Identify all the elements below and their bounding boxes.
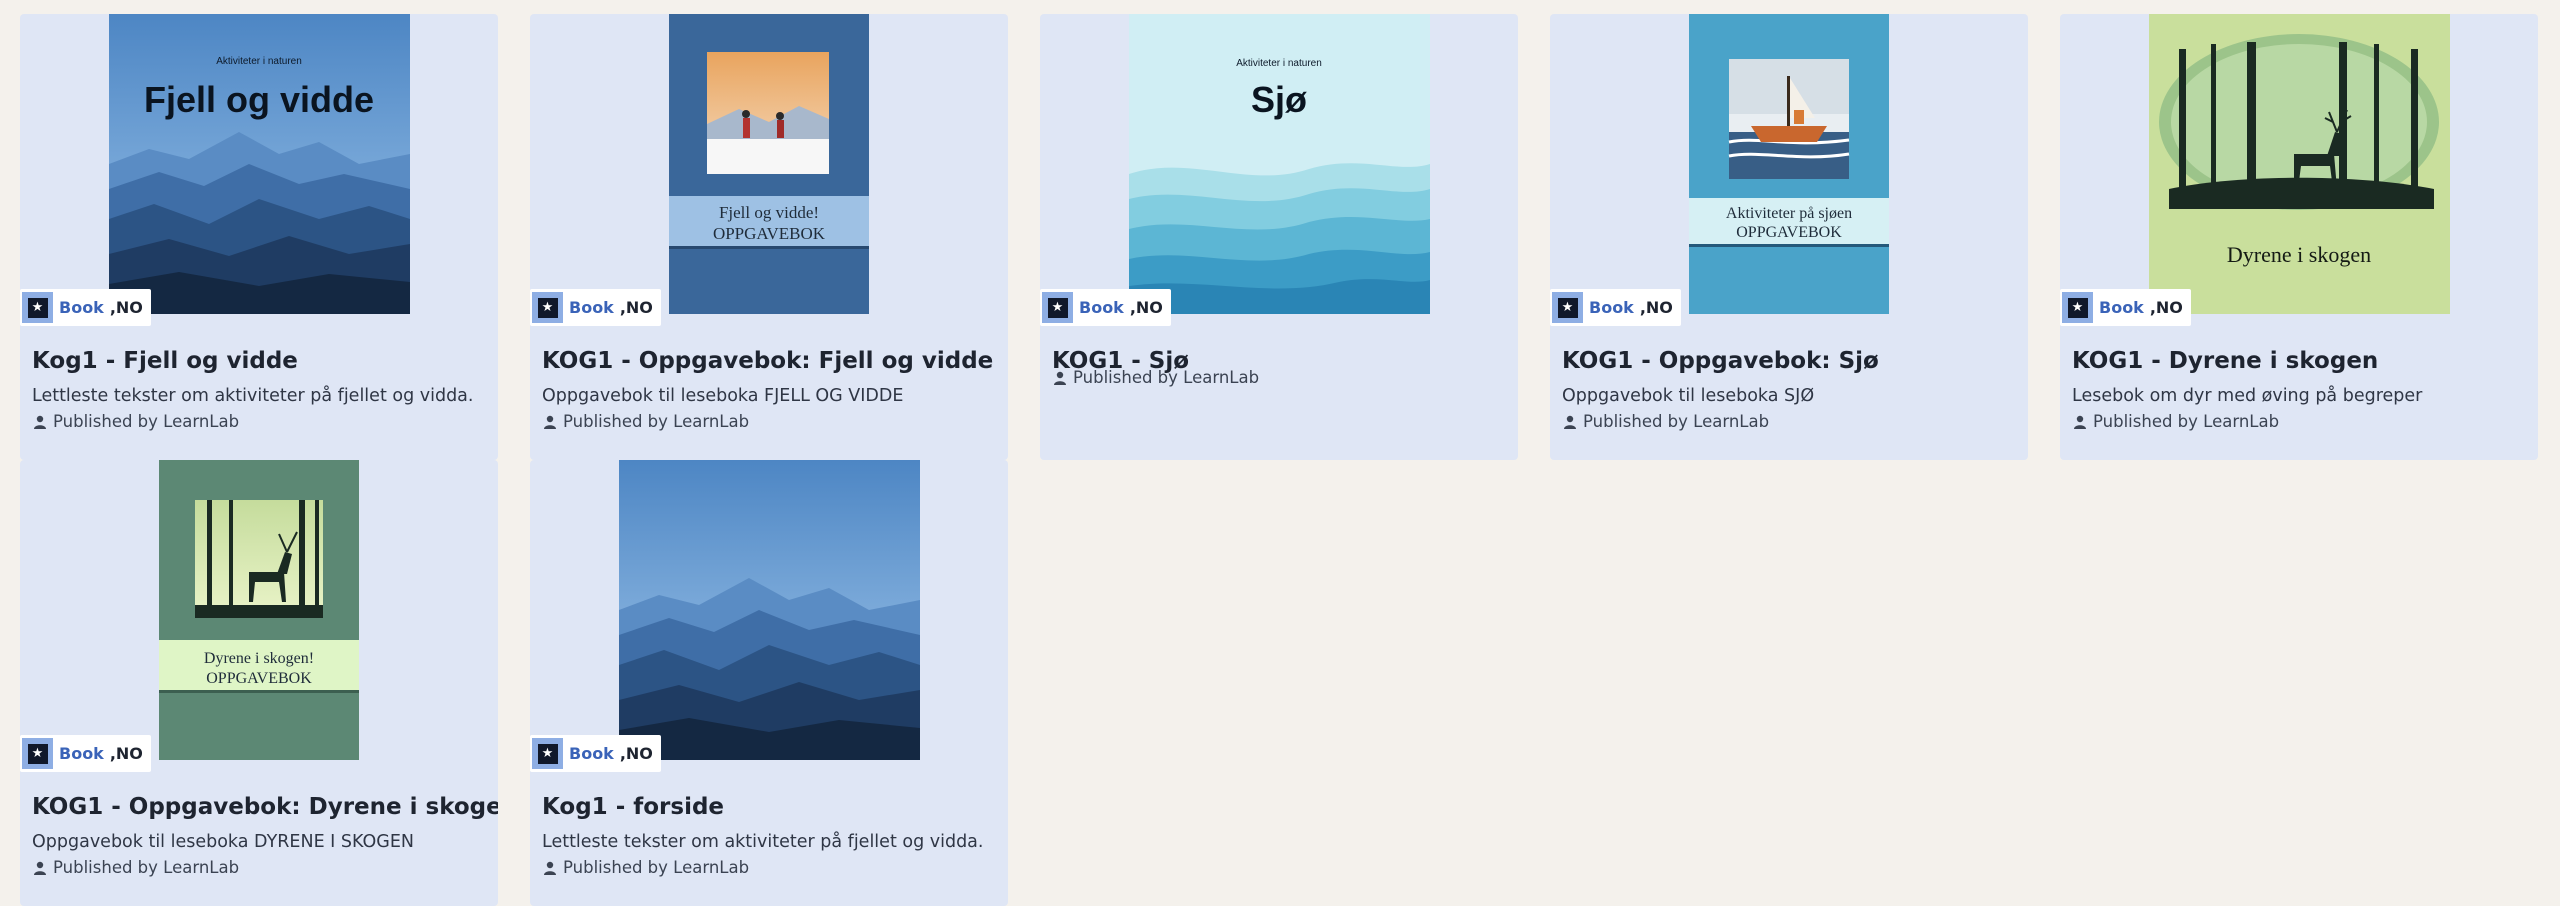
- book-card[interactable]: Aktiviteter på sjøen OPPGAVEBOK ★ Book ,…: [1550, 14, 2028, 460]
- cover-kicker: Aktiviteter i naturen: [1236, 58, 1322, 69]
- book-publisher: Published by LearnLab: [1562, 412, 1769, 431]
- book-title[interactable]: KOG1 - Oppgavebok: Fjell og vidde: [542, 348, 993, 374]
- book-description: Lettleste tekster om aktiviteter på fjel…: [542, 832, 984, 852]
- book-card[interactable]: ★ Book ,NO Kog1 - forside Lettleste teks…: [530, 460, 1008, 906]
- book-type-badge: ★ Book ,NO: [2060, 289, 2191, 326]
- book-type-label: Book: [1079, 298, 1124, 317]
- forest-workbook-cover-image: Dyrene i skogen! OPPGAVEBOK: [159, 460, 359, 760]
- book-cover: ★ Book ,NO: [530, 460, 1008, 772]
- book-description: Oppgavebok til leseboka DYRENE I SKOGEN: [32, 832, 415, 852]
- person-icon: [1564, 415, 1576, 429]
- book-description: Oppgavebok til leseboka SJØ: [1562, 386, 1815, 406]
- book-cover: Aktiviteter i naturen Fjell og vidde ★ B…: [20, 14, 498, 326]
- cover-line1: Fjell og vidde!: [719, 203, 819, 222]
- mountain-cover-image: [619, 460, 920, 760]
- book-card[interactable]: Dyrene i skogen! OPPGAVEBOK ★ Book ,NO K…: [20, 460, 498, 906]
- book-star-icon: ★: [1552, 292, 1583, 323]
- book-type-label: Book: [2099, 298, 2144, 317]
- book-card[interactable]: Aktiviteter i naturen Fjell og vidde ★ B…: [20, 14, 498, 460]
- cover-line2: OPPGAVEBOK: [1736, 224, 1842, 241]
- book-type-label: Book: [1589, 298, 1634, 317]
- book-publisher: Published by LearnLab: [1052, 368, 1259, 387]
- book-type-badge: ★ Book ,NO: [20, 289, 151, 326]
- book-language-label: ,NO: [619, 744, 653, 763]
- publisher-label: Published by LearnLab: [563, 858, 750, 877]
- book-card[interactable]: Dyrene i skogen ★ Book ,NO KOG1 - Dyrene…: [2060, 14, 2538, 460]
- book-description: Lesebok om dyr med øving på begreper: [2072, 386, 2423, 406]
- publisher-label: Published by LearnLab: [53, 858, 240, 877]
- book-card[interactable]: Aktiviteter i naturen Sjø ★ Book ,NO KOG…: [1040, 14, 1518, 460]
- person-icon: [1054, 371, 1066, 385]
- book-publisher: Published by LearnLab: [2072, 412, 2279, 431]
- publisher-label: Published by LearnLab: [2093, 412, 2280, 431]
- cover-kicker: Aktiviteter i naturen: [216, 56, 302, 67]
- person-icon: [2074, 415, 2086, 429]
- book-type-badge: ★ Book ,NO: [20, 735, 151, 772]
- book-description: Lettleste tekster om aktiviteter på fjel…: [32, 386, 474, 406]
- book-cover: Aktiviteter på sjøen OPPGAVEBOK ★ Book ,…: [1550, 14, 2028, 326]
- cover-heading: Sjø: [1251, 79, 1307, 120]
- book-publisher: Published by LearnLab: [32, 412, 239, 431]
- book-type-badge: ★ Book ,NO: [530, 735, 661, 772]
- book-cover: Fjell og vidde! OPPGAVEBOK ★ Book ,NO: [530, 14, 1008, 326]
- book-publisher: Published by LearnLab: [542, 412, 749, 431]
- forest-deer-cover-image: Dyrene i skogen: [2149, 14, 2450, 314]
- book-language-label: ,NO: [109, 744, 143, 763]
- person-icon: [544, 861, 556, 875]
- book-grid: Aktiviteter i naturen Fjell og vidde ★ B…: [0, 0, 2560, 906]
- book-publisher: Published by LearnLab: [32, 858, 239, 877]
- book-type-label: Book: [569, 744, 614, 763]
- publisher-label: Published by LearnLab: [53, 412, 240, 431]
- book-title[interactable]: Kog1 - Fjell og vidde: [32, 348, 298, 374]
- book-cover: Dyrene i skogen! OPPGAVEBOK ★ Book ,NO: [20, 460, 498, 772]
- boat-cover-image: Aktiviteter på sjøen OPPGAVEBOK: [1689, 14, 1889, 314]
- book-star-icon: ★: [22, 292, 53, 323]
- book-star-icon: ★: [532, 738, 563, 769]
- person-icon: [34, 415, 46, 429]
- publisher-label: Published by LearnLab: [563, 412, 750, 431]
- book-type-label: Book: [59, 298, 104, 317]
- book-cover: Aktiviteter i naturen Sjø ★ Book ,NO: [1040, 14, 1518, 326]
- book-language-label: ,NO: [1129, 298, 1163, 317]
- cover-line2: OPPGAVEBOK: [206, 670, 312, 687]
- book-language-label: ,NO: [1639, 298, 1673, 317]
- person-icon: [34, 861, 46, 875]
- book-type-badge: ★ Book ,NO: [1040, 289, 1171, 326]
- book-star-icon: ★: [22, 738, 53, 769]
- book-type-label: Book: [59, 744, 104, 763]
- book-title[interactable]: Kog1 - forside: [542, 794, 724, 820]
- book-title[interactable]: KOG1 - Dyrene i skogen: [2072, 348, 2378, 374]
- cover-heading: Fjell og vidde: [144, 79, 374, 120]
- book-star-icon: ★: [532, 292, 563, 323]
- book-type-badge: ★ Book ,NO: [1550, 289, 1681, 326]
- skiing-cover-image: Fjell og vidde! OPPGAVEBOK: [669, 14, 869, 314]
- book-language-label: ,NO: [619, 298, 653, 317]
- cover-line2: OPPGAVEBOK: [713, 224, 826, 243]
- book-title[interactable]: KOG1 - Oppgavebok: Dyrene i skogen: [32, 794, 498, 820]
- mountain-cover-image: Aktiviteter i naturen Fjell og vidde: [109, 14, 410, 314]
- cover-line1: Aktiviteter på sjøen: [1726, 205, 1852, 222]
- cover-heading: Dyrene i skogen: [2227, 242, 2371, 267]
- book-cover: Dyrene i skogen ★ Book ,NO: [2060, 14, 2538, 326]
- publisher-label: Published by LearnLab: [1073, 368, 1260, 387]
- book-card[interactable]: Fjell og vidde! OPPGAVEBOK ★ Book ,NO KO…: [530, 14, 1008, 460]
- book-star-icon: ★: [1042, 292, 1073, 323]
- book-description: Oppgavebok til leseboka FJELL OG VIDDE: [542, 386, 904, 406]
- book-publisher: Published by LearnLab: [542, 858, 749, 877]
- book-language-label: ,NO: [109, 298, 143, 317]
- book-type-label: Book: [569, 298, 614, 317]
- book-type-badge: ★ Book ,NO: [530, 289, 661, 326]
- book-title[interactable]: KOG1 - Oppgavebok: Sjø: [1562, 348, 1879, 374]
- book-language-label: ,NO: [2149, 298, 2183, 317]
- publisher-label: Published by LearnLab: [1583, 412, 1770, 431]
- book-star-icon: ★: [2062, 292, 2093, 323]
- person-icon: [544, 415, 556, 429]
- sea-cover-image: Aktiviteter i naturen Sjø: [1129, 14, 1430, 314]
- cover-line1: Dyrene i skogen!: [204, 650, 314, 667]
